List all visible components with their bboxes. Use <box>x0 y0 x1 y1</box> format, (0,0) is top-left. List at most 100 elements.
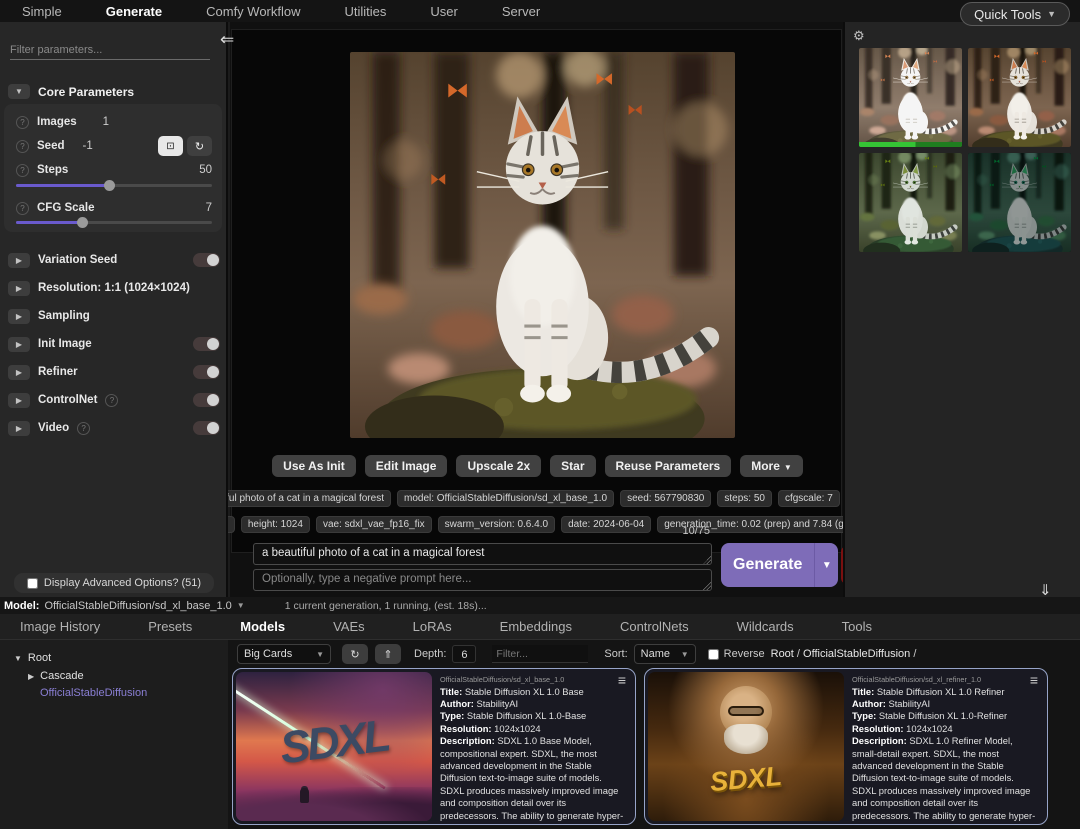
chevron-right-icon[interactable]: ▶ <box>8 281 30 296</box>
chevron-right-icon[interactable]: ▶ <box>8 253 30 268</box>
tab-wildcards[interactable]: Wildcards <box>737 619 794 634</box>
chevron-down-icon[interactable]: ▼ <box>14 654 22 663</box>
seed-random-icon[interactable]: ⊡ <box>158 136 183 156</box>
refresh-icon[interactable]: ↻ <box>342 644 368 664</box>
chevron-down-icon: ▼ <box>784 463 792 472</box>
advanced-options-checkbox[interactable] <box>27 578 38 589</box>
generate-dropdown-button[interactable]: ▼ <box>814 543 838 587</box>
steps-slider[interactable] <box>16 180 212 191</box>
model-filter-input[interactable] <box>492 645 588 663</box>
steps-value[interactable]: 50 <box>199 164 212 176</box>
section-refiner[interactable]: ▶ Refiner <box>8 363 220 381</box>
controlnet-toggle[interactable] <box>193 393 220 407</box>
filter-parameters-input[interactable] <box>10 40 210 60</box>
card-menu-icon[interactable]: ≡ <box>618 672 626 688</box>
card-menu-icon[interactable]: ≡ <box>1030 672 1038 688</box>
section-sampling[interactable]: ▶ Sampling <box>8 307 220 325</box>
section-variation-seed[interactable]: ▶ Variation Seed <box>8 251 220 269</box>
nav-tab-comfy-workflow[interactable]: Comfy Workflow <box>206 4 300 19</box>
generated-image[interactable] <box>350 52 735 438</box>
cfg-scale-value[interactable]: 7 <box>206 202 212 214</box>
reverse-checkbox[interactable] <box>708 649 719 660</box>
help-icon[interactable]: ? <box>16 116 29 129</box>
resize-handle[interactable] <box>703 582 711 590</box>
negative-prompt-row <box>253 569 712 591</box>
section-resolution[interactable]: ▶ Resolution: 1:1 (1024×1024) <box>8 279 220 297</box>
steps-param-row: ? Steps 50 <box>16 162 212 178</box>
tab-tools[interactable]: Tools <box>842 619 872 634</box>
help-icon[interactable]: ? <box>16 202 29 215</box>
more-button[interactable]: More▼ <box>740 455 803 477</box>
nav-tab-utilities[interactable]: Utilities <box>345 4 387 19</box>
chevron-right-icon[interactable]: ▶ <box>8 393 30 408</box>
tab-controlnets[interactable]: ControlNets <box>620 619 689 634</box>
nav-tab-generate[interactable]: Generate <box>106 4 162 19</box>
gear-icon[interactable]: ⚙ <box>853 28 865 44</box>
collapse-bottom-icon[interactable]: ⇓ <box>1039 581 1052 599</box>
collapse-sidebar-icon[interactable]: ⇐ <box>220 30 234 50</box>
negative-prompt-input[interactable] <box>253 569 712 591</box>
nav-tab-user[interactable]: User <box>430 4 457 19</box>
chevron-right-icon[interactable]: ▶ <box>8 337 30 352</box>
model-path: OfficialStableDiffusion/sd_xl_refiner_1.… <box>852 675 1037 685</box>
tree-item-cascade[interactable]: ▶ Cascade <box>28 670 84 682</box>
section-init-image[interactable]: ▶ Init Image <box>8 335 220 353</box>
chevron-right-icon[interactable]: ▶ <box>28 672 34 681</box>
help-icon[interactable]: ? <box>16 140 29 153</box>
variation-seed-toggle[interactable] <box>193 253 220 267</box>
use-as-init-button[interactable]: Use As Init <box>272 455 356 477</box>
upscale-2x-button[interactable]: Upscale 2x <box>456 455 541 477</box>
core-parameters-header[interactable]: ▼ Core Parameters <box>8 84 134 99</box>
chevron-right-icon[interactable]: ▶ <box>8 309 30 324</box>
tab-presets[interactable]: Presets <box>148 619 192 634</box>
upload-icon[interactable]: ⇑ <box>375 644 401 664</box>
refiner-toggle[interactable] <box>193 365 220 379</box>
tab-models[interactable]: Models <box>240 619 285 634</box>
chevron-down-icon[interactable]: ▼ <box>8 84 30 99</box>
seed-value[interactable]: -1 <box>83 140 93 152</box>
breadcrumb-root-link[interactable]: Root <box>771 648 794 660</box>
star-button[interactable]: Star <box>550 455 595 477</box>
view-mode-select[interactable]: Big Cards ▼ <box>237 644 331 664</box>
tree-item-officialstablediffusion[interactable]: OfficialStableDiffusion <box>40 687 147 699</box>
tab-vaes[interactable]: VAEs <box>333 619 365 634</box>
nav-tab-simple[interactable]: Simple <box>22 4 62 19</box>
help-icon[interactable]: ? <box>16 164 29 177</box>
nav-tab-server[interactable]: Server <box>502 4 540 19</box>
batch-thumbnail[interactable] <box>968 48 1071 147</box>
chevron-down-icon: ▼ <box>316 650 324 659</box>
help-icon[interactable]: ? <box>105 394 118 407</box>
model-card-sdxl-refiner[interactable]: SDXL OfficialStableDiffusion/sd_xl_refin… <box>644 668 1048 825</box>
sort-select[interactable]: Name ▼ <box>634 644 696 664</box>
section-video[interactable]: ▶ Video ? <box>8 419 220 437</box>
depth-input[interactable]: 6 <box>452 645 476 663</box>
resize-handle[interactable] <box>703 556 711 564</box>
chevron-right-icon[interactable]: ▶ <box>8 421 30 436</box>
current-model-value[interactable]: OfficialStableDiffusion/sd_xl_base_1.0 <box>44 600 231 612</box>
seed-reuse-icon[interactable]: ↻ <box>187 136 212 156</box>
breadcrumb-separator: / <box>910 648 916 660</box>
tree-item-root[interactable]: ▼ Root <box>14 652 51 664</box>
help-icon[interactable]: ? <box>77 422 90 435</box>
tab-embeddings[interactable]: Embeddings <box>500 619 572 634</box>
batch-thumbnail[interactable] <box>968 153 1071 252</box>
init-image-toggle[interactable] <box>193 337 220 351</box>
generate-button[interactable]: Generate <box>721 543 814 587</box>
section-controlnet[interactable]: ▶ ControlNet ? <box>8 391 220 409</box>
prompt-input[interactable]: a beautiful photo of a cat in a magical … <box>253 543 712 565</box>
video-toggle[interactable] <box>193 421 220 435</box>
chevron-right-icon[interactable]: ▶ <box>8 365 30 380</box>
batch-thumbnail-generating[interactable] <box>859 48 962 147</box>
edit-image-button[interactable]: Edit Image <box>365 455 448 477</box>
quick-tools-button[interactable]: Quick Tools ▼ <box>960 2 1070 26</box>
swarmui-window: Simple Generate Comfy Workflow Utilities… <box>0 0 1080 829</box>
breadcrumb-folder-link[interactable]: OfficialStableDiffusion <box>803 648 910 660</box>
model-card-sdxl-base[interactable]: SDXL OfficialStableDiffusion/sd_xl_base_… <box>232 668 636 825</box>
cfg-scale-slider[interactable] <box>16 217 212 228</box>
chevron-down-icon[interactable]: ▼ <box>237 601 245 610</box>
images-value[interactable]: 1 <box>103 116 109 128</box>
tab-image-history[interactable]: Image History <box>20 619 100 634</box>
batch-thumbnail[interactable] <box>859 153 962 252</box>
reuse-parameters-button[interactable]: Reuse Parameters <box>605 455 732 477</box>
tab-loras[interactable]: LoRAs <box>413 619 452 634</box>
